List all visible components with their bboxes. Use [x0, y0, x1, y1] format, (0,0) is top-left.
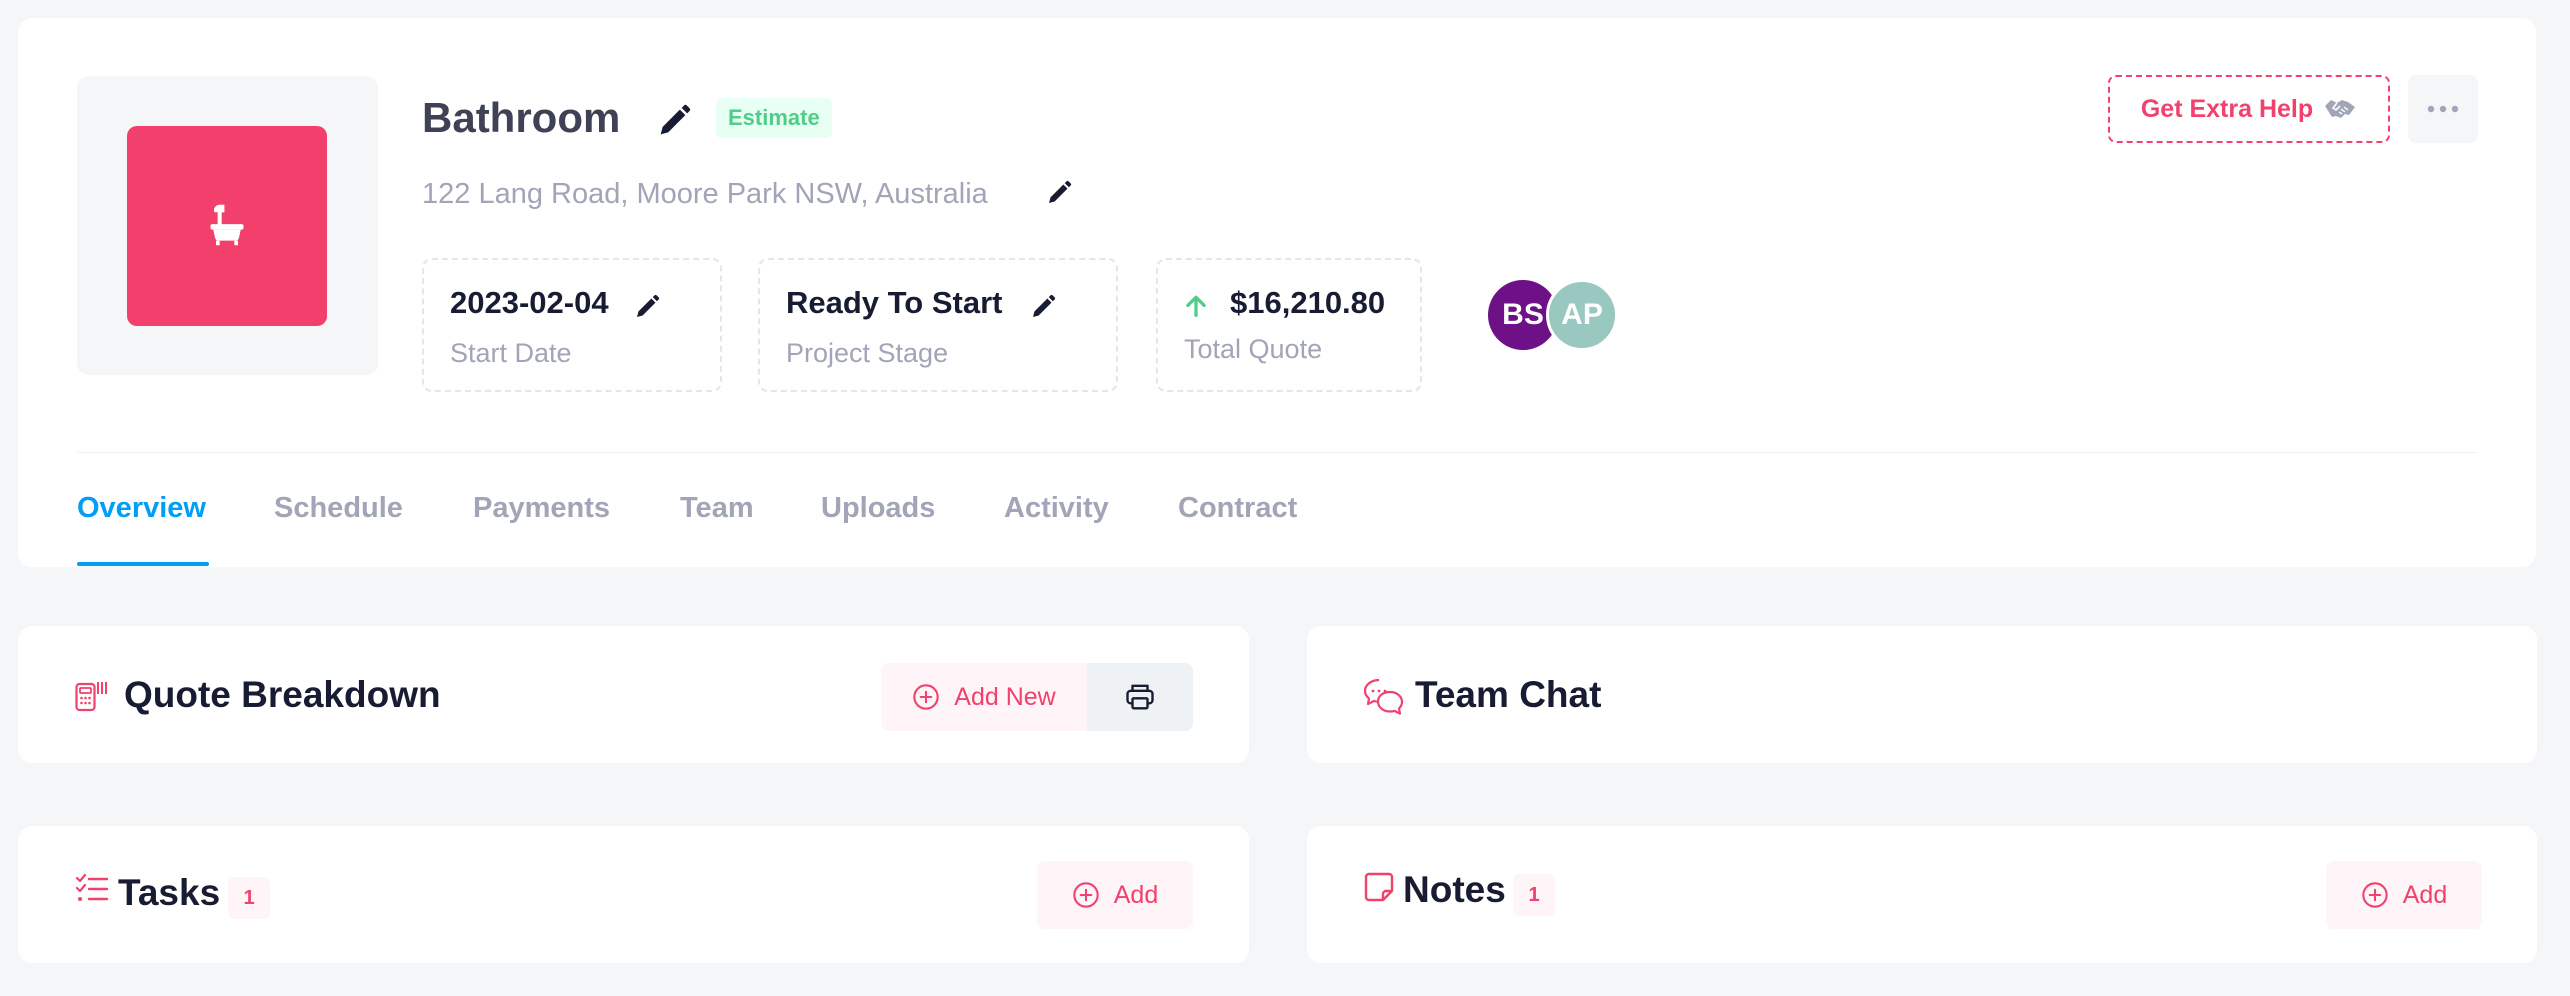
chat-bubbles-icon	[1363, 678, 1404, 715]
total-quote-value: $16,210.80	[1230, 285, 1386, 320]
total-quote-stat: $16,210.80 Total Quote	[1156, 258, 1422, 392]
notes-count-badge: 1	[1513, 874, 1555, 916]
tab-activity[interactable]: Activity	[1004, 492, 1109, 525]
more-dots-icon	[2427, 105, 2459, 113]
project-title: Bathroom	[422, 94, 621, 141]
add-new-quote-item-button[interactable]: Add New	[881, 663, 1087, 731]
status-badge: Estimate	[716, 98, 832, 138]
plus-circle-icon	[913, 684, 939, 710]
plus-circle-icon	[1073, 882, 1099, 908]
quote-breakdown-card: Quote Breakdown Add New	[18, 626, 1249, 763]
quote-breakdown-title: Quote Breakdown	[124, 674, 441, 715]
project-stage-value: Ready To Start	[786, 285, 1003, 320]
tab-schedule[interactable]: Schedule	[274, 492, 403, 525]
add-new-label: Add New	[954, 682, 1056, 711]
get-extra-help-button[interactable]: Get Extra Help	[2108, 75, 2390, 143]
edit-start-date-pencil-icon[interactable]	[632, 292, 662, 322]
header-divider	[77, 452, 2478, 453]
get-extra-help-label: Get Extra Help	[2140, 94, 2314, 123]
edit-project-stage-pencil-icon[interactable]	[1028, 292, 1058, 322]
notes-title: Notes	[1403, 869, 1506, 910]
note-icon	[1364, 872, 1394, 902]
checklist-icon	[75, 873, 109, 901]
project-stage-label: Project Stage	[786, 338, 949, 368]
tab-team[interactable]: Team	[680, 492, 754, 525]
tasks-count-badge: 1	[228, 877, 270, 919]
add-note-button[interactable]: Add	[2326, 861, 2482, 929]
bathtub-icon	[210, 204, 244, 246]
notes-card: Notes 1 Add	[1307, 826, 2537, 963]
project-header-card: Bathroom Estimate 122 Lang Road, Moore P…	[18, 18, 2536, 567]
plus-circle-icon	[2362, 882, 2388, 908]
total-quote-label: Total Quote	[1184, 334, 1323, 364]
tasks-card: Tasks 1 Add	[18, 826, 1249, 963]
team-chat-title: Team Chat	[1415, 674, 1602, 715]
project-stage-stat: Ready To Start Project Stage	[758, 258, 1118, 392]
start-date-stat: 2023-02-04 Start Date	[422, 258, 722, 392]
calculator-icon	[75, 682, 107, 712]
edit-title-pencil-icon[interactable]	[654, 101, 694, 141]
add-task-button[interactable]: Add	[1037, 861, 1193, 929]
project-thumbnail	[77, 76, 378, 375]
start-date-label: Start Date	[450, 338, 572, 368]
printer-icon	[1126, 684, 1154, 710]
project-thumbnail-tile	[127, 126, 327, 326]
avatar[interactable]: AP	[1546, 279, 1618, 351]
tasks-title: Tasks	[118, 872, 221, 913]
more-options-button[interactable]	[2408, 75, 2478, 143]
add-task-label: Add	[1113, 880, 1159, 909]
start-date-value: 2023-02-04	[450, 285, 609, 320]
add-note-label: Add	[2402, 880, 2448, 909]
print-quote-button[interactable]	[1087, 663, 1193, 731]
active-tab-indicator	[77, 562, 209, 566]
tab-contract[interactable]: Contract	[1178, 492, 1297, 525]
project-address: 122 Lang Road, Moore Park NSW, Australia	[422, 178, 988, 210]
edit-address-pencil-icon[interactable]	[1044, 178, 1074, 208]
arrow-up-icon	[1186, 295, 1206, 317]
team-chat-card: Team Chat	[1307, 626, 2537, 763]
tab-uploads[interactable]: Uploads	[821, 492, 935, 525]
tab-payments[interactable]: Payments	[473, 492, 610, 525]
tab-overview[interactable]: Overview	[77, 492, 206, 525]
handshake-icon	[2325, 100, 2356, 118]
